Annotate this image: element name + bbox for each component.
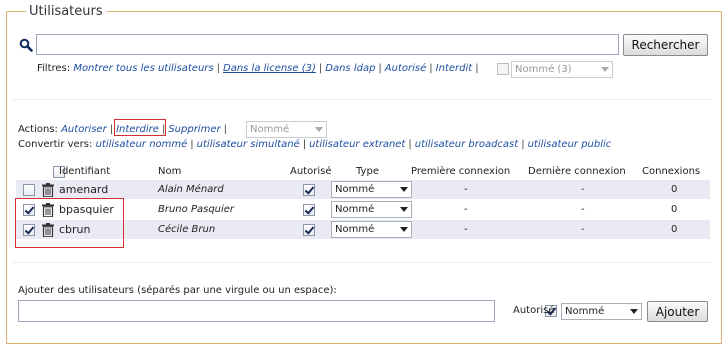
filter-type-select[interactable]: Nommé (3) <box>511 61 613 78</box>
connection-count: 0 <box>671 204 678 215</box>
user-name: Alain Ménard <box>158 184 224 195</box>
filter-type-checkbox[interactable] <box>497 63 509 75</box>
filters-bar: Filtres: Montrer tous les utilisateurs | D… <box>37 63 479 74</box>
convert-concurrent-link[interactable]: utilisateur simultané <box>197 139 300 150</box>
connection-count: 0 <box>671 224 678 235</box>
user-type-select[interactable]: Nommé <box>331 181 412 198</box>
user-name: Cécile Brun <box>158 224 216 235</box>
user-type-value: Nommé <box>335 184 375 195</box>
user-type-value: Nommé <box>335 204 375 215</box>
user-type-select[interactable]: Nommé <box>331 201 412 218</box>
user-name: Bruno Pasquier <box>158 204 235 215</box>
filters-label: Filtres: <box>37 63 71 74</box>
filter-all-link[interactable]: Montrer tous les utilisateurs <box>73 63 213 74</box>
authorized-checkbox[interactable] <box>303 203 315 216</box>
action-type-select[interactable]: Nommé <box>246 121 327 138</box>
last-connection: - <box>581 204 585 215</box>
chevron-down-icon <box>315 127 323 132</box>
trash-icon[interactable] <box>42 182 54 197</box>
divider <box>12 99 712 100</box>
col-header-type: Type <box>356 166 379 177</box>
authorized-checkbox[interactable] <box>303 223 315 236</box>
authorized-checkbox[interactable] <box>303 183 315 196</box>
interdire-highlight <box>114 119 166 136</box>
col-header-nom: Nom <box>158 166 182 177</box>
col-header-connections: Connexions <box>642 166 701 177</box>
convert-public-link[interactable]: utilisateur public <box>528 139 612 150</box>
delete-link[interactable]: Supprimer <box>168 124 220 135</box>
chevron-down-icon <box>400 207 408 212</box>
chevron-down-icon <box>630 309 638 314</box>
col-header-last-connection: Dernière connexion <box>528 166 626 177</box>
filter-license-link[interactable]: Dans la license (3) <box>223 63 316 74</box>
filter-ldap-link[interactable]: Dans ldap <box>325 63 375 74</box>
add-users-label: Ajouter des utilisateurs (séparés par un… <box>18 285 337 296</box>
add-type-value: Nommé <box>565 306 605 317</box>
selection-highlight <box>15 198 124 248</box>
last-connection: - <box>581 184 585 195</box>
first-connection: - <box>464 184 468 195</box>
col-header-identifiant: Identifiant <box>59 166 111 177</box>
authorize-link[interactable]: Autoriser <box>61 124 107 135</box>
user-id[interactable]: amenard <box>59 180 108 199</box>
search-input[interactable] <box>36 34 619 55</box>
add-users-input[interactable] <box>18 300 495 322</box>
first-connection: - <box>464 204 468 215</box>
add-authorized-label: Autorisé <box>513 305 555 316</box>
convert-bar: Convertir vers: utilisateur nommé | utilis… <box>18 139 612 150</box>
chevron-down-icon <box>400 227 408 232</box>
convert-broadcast-link[interactable]: utilisateur broadcast <box>415 139 518 150</box>
col-header-first-connection: Première connexion <box>411 166 511 177</box>
add-button[interactable]: Ajouter <box>647 301 708 322</box>
action-type-value: Nommé <box>250 124 290 135</box>
convert-named-link[interactable]: utilisateur nommé <box>96 139 188 150</box>
actions-label: Actions: <box>18 124 58 135</box>
convert-label: Convertir vers: <box>18 139 93 150</box>
search-icon <box>19 38 33 52</box>
divider <box>12 262 712 263</box>
user-type-value: Nommé <box>335 224 375 235</box>
convert-extranet-link[interactable]: utilisateur extranet <box>309 139 405 150</box>
chevron-down-icon <box>601 67 609 72</box>
filter-authorized-link[interactable]: Autorisé <box>385 63 426 74</box>
chevron-down-icon <box>400 187 408 192</box>
connection-count: 0 <box>671 184 678 195</box>
last-connection: - <box>581 224 585 235</box>
section-title: Utilisateurs <box>26 4 106 19</box>
table-row: amenard Alain Ménard Nommé - - 0 <box>16 180 710 199</box>
search-button[interactable]: Rechercher <box>623 34 708 56</box>
add-type-select[interactable]: Nommé <box>561 303 642 320</box>
row-select-checkbox[interactable] <box>23 183 35 196</box>
filter-type-value: Nommé (3) <box>515 64 572 75</box>
col-header-autorise: Autorisé <box>290 166 332 177</box>
first-connection: - <box>464 224 468 235</box>
user-type-select[interactable]: Nommé <box>331 221 412 238</box>
filter-forbidden-link[interactable]: Interdit <box>436 63 473 74</box>
